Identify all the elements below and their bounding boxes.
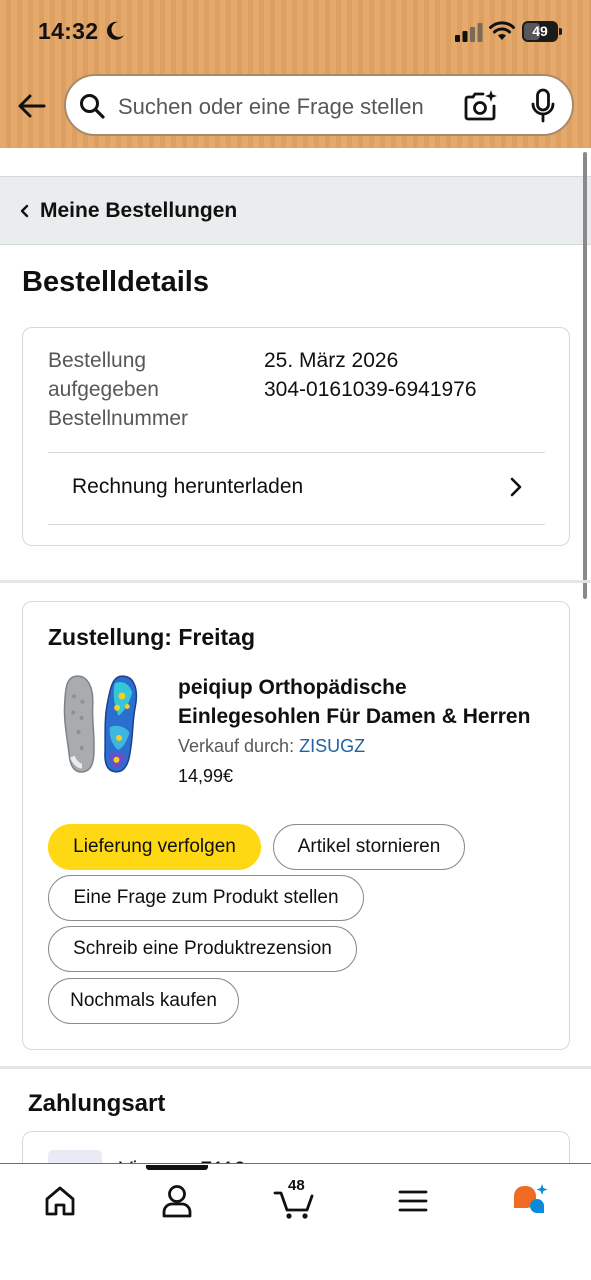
product-image-insoles[interactable] [58,672,144,776]
chevron-right-icon[interactable] [509,476,523,498]
do-not-disturb-moon-icon [107,21,124,40]
menu-icon[interactable] [393,1182,433,1220]
scrollbar[interactable] [583,152,587,599]
page-title: Bestelldetails [22,266,209,298]
battery-level: 49 [532,23,548,39]
product-title-line-2[interactable]: Einlegesohlen Für Damen & Herren [178,702,548,731]
section-divider [0,1066,591,1069]
breadcrumb[interactable]: Meine Bestellungen [0,176,591,245]
delivery-title: Zustellung: Freitag [48,624,255,650]
seller-link[interactable]: ZISUGZ [299,736,365,756]
wifi-icon [489,21,515,40]
order-placed-label: Bestellung [48,349,147,372]
account-icon[interactable] [157,1182,197,1220]
delivery-card: Zustellung: Freitag peiqiup Orthopädisch… [22,601,570,1050]
payment-method-title: Zahlungsart [28,1090,166,1117]
order-placed-label-2: aufgegeben [48,378,159,401]
track-delivery-button[interactable]: Lieferung verfolgen [48,824,261,870]
microphone-icon[interactable] [530,88,556,124]
order-date: 25. März 2026 [264,349,399,372]
ask-question-button[interactable]: Eine Frage zum Produkt stellen [48,875,364,921]
camera-sparkle-icon[interactable] [464,89,498,123]
divider [48,452,545,453]
seller-prefix: Verkauf durch: [178,736,300,756]
rufus-assistant-icon[interactable] [510,1182,550,1220]
product-price: 14,99€ [178,766,234,786]
product-title-line-1[interactable]: peiqiup Orthopädische [178,673,548,702]
search-input[interactable]: Suchen oder eine Frage stellen [118,94,424,120]
app-header: 14:32 49 Suchen oder eine Frage stellen [0,0,591,148]
order-number: 304-0161039-6941976 [264,378,477,401]
chevron-left-icon [20,204,29,218]
divider [48,524,545,525]
bottom-navigation: 48 [0,1163,591,1280]
active-tab-indicator [146,1165,208,1170]
home-icon[interactable] [40,1182,80,1220]
cart-count-badge: 48 [288,1177,305,1194]
search-bar[interactable]: Suchen oder eine Frage stellen [64,74,574,136]
breadcrumb-label[interactable]: Meine Bestellungen [40,199,237,223]
battery-icon: 49 [522,21,562,42]
status-time: 14:32 [38,18,99,44]
section-divider [0,580,591,583]
status-bar: 14:32 49 [0,0,591,64]
product-title-link[interactable]: peiqiup Orthopädische Einlegesohlen Für … [178,673,548,731]
order-number-label: Bestellnummer [48,407,189,430]
cellular-signal-icon [455,23,483,42]
cancel-item-button[interactable]: Artikel stornieren [273,824,465,870]
seller-info: Verkauf durch: ZISUGZ [178,736,365,757]
order-summary-card: Bestellung aufgegeben Bestellnummer 25. … [22,327,570,546]
write-review-button[interactable]: Schreib eine Produktrezension [48,926,357,972]
buy-again-button[interactable]: Nochmals kaufen [48,978,239,1024]
download-invoice-link[interactable]: Rechnung herunterladen [72,475,303,499]
search-icon [80,94,105,119]
back-arrow-icon[interactable] [16,91,48,121]
